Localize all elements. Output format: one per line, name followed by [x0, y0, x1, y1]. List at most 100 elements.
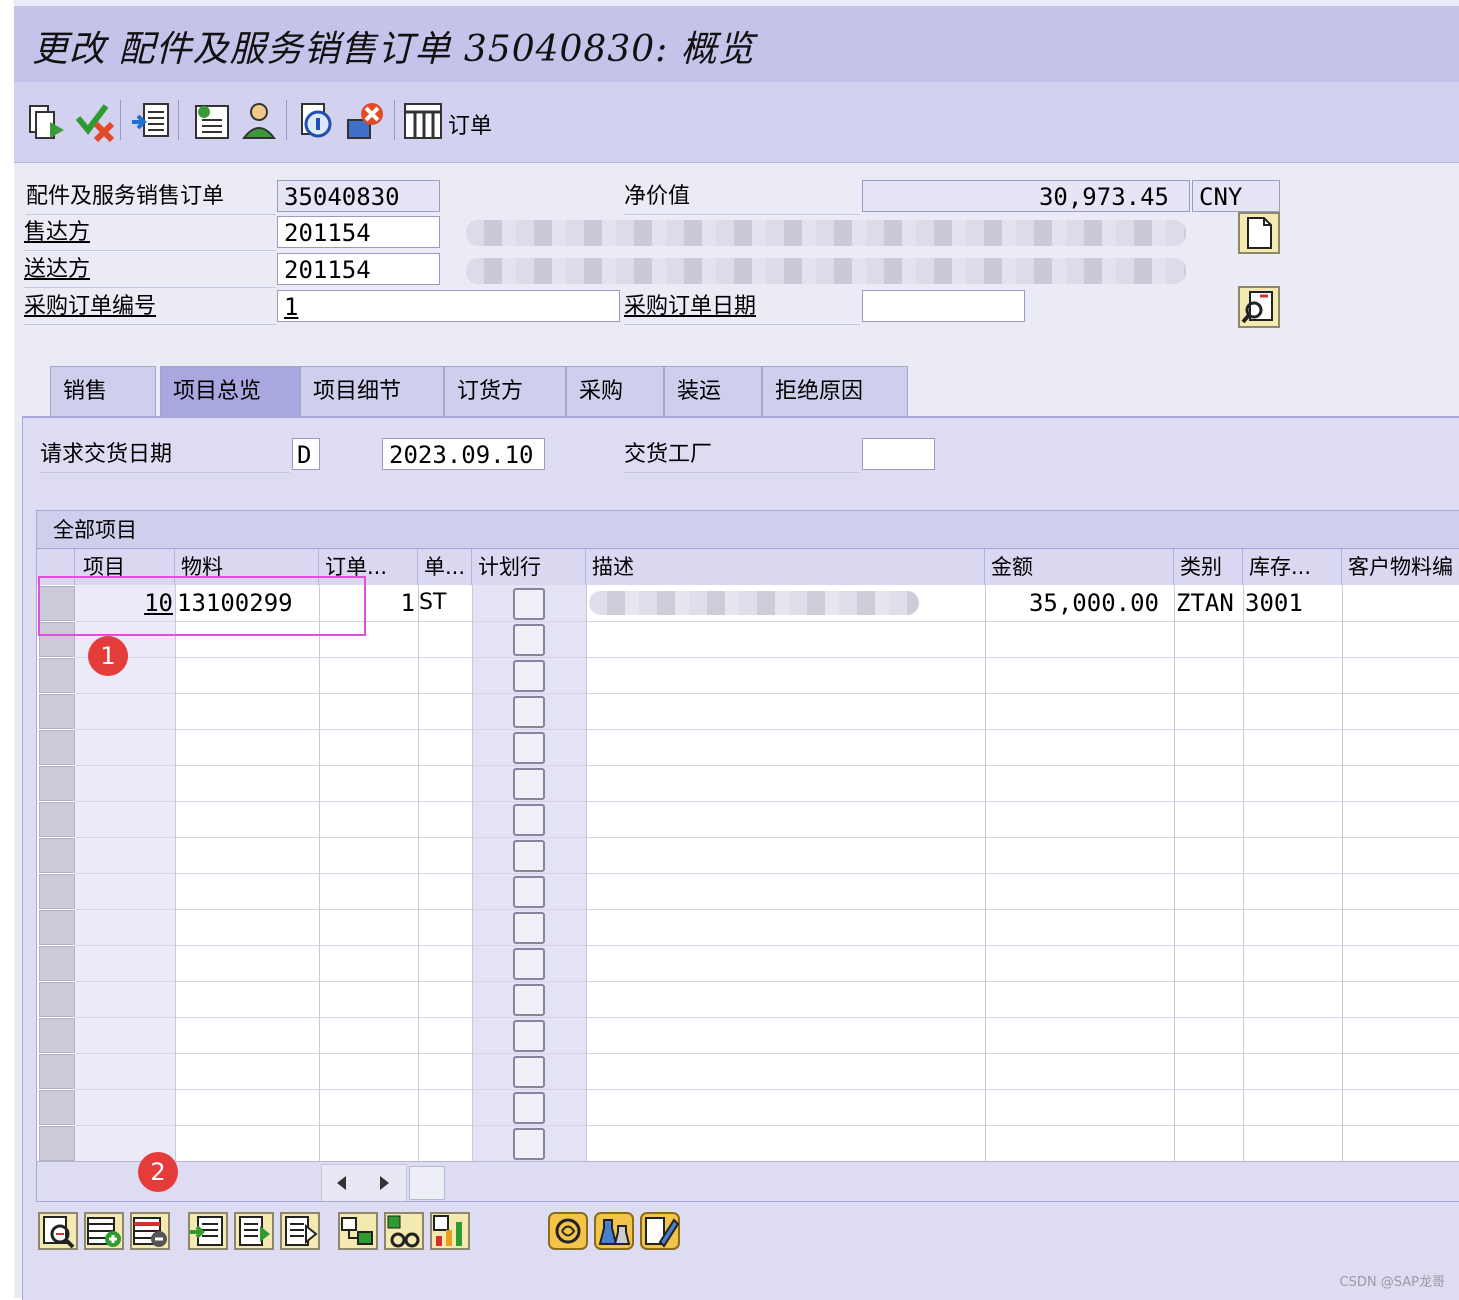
tab-item-overview[interactable]: 项目总览: [160, 366, 300, 416]
row-selector[interactable]: [39, 766, 75, 801]
tab-item-detail[interactable]: 项目细节: [300, 366, 444, 416]
po-date-label[interactable]: 采购订单日期: [624, 290, 860, 325]
row1-storage[interactable]: 3001: [1245, 585, 1341, 621]
application-toolbar: 订单: [14, 82, 1459, 163]
delete-icon[interactable]: [344, 100, 386, 142]
zoom-detail-icon[interactable]: [38, 1212, 78, 1250]
availability-icon[interactable]: [384, 1212, 424, 1250]
col-unit[interactable]: 单...: [418, 549, 472, 585]
schedule-line-checkbox[interactable]: [513, 1092, 545, 1124]
row-selector[interactable]: [39, 1126, 75, 1161]
schedule-line-checkbox[interactable]: [513, 984, 545, 1016]
grid-row-line: [75, 981, 1459, 982]
ship-to-label[interactable]: 送达方: [24, 253, 276, 288]
highlight-box: [38, 576, 366, 636]
grid-col-line: [1243, 585, 1244, 1161]
edit-text-icon[interactable]: [640, 1212, 680, 1250]
sold-to-label[interactable]: 售达方: [24, 216, 276, 251]
tab-rejection-reason[interactable]: 拒绝原因: [762, 366, 908, 416]
grid-row-line: [75, 657, 1459, 658]
row-selector[interactable]: [39, 1054, 75, 1089]
configuration-icon[interactable]: [548, 1212, 588, 1250]
scroll-right-icon[interactable]: [374, 1173, 394, 1193]
schedule-line-checkbox[interactable]: [513, 768, 545, 800]
select-block-icon[interactable]: [234, 1212, 274, 1250]
row1-category[interactable]: ZTAN: [1176, 585, 1242, 621]
row-selector[interactable]: [39, 910, 75, 945]
po-number-field[interactable]: 1: [277, 290, 620, 322]
row-selector[interactable]: [39, 946, 75, 981]
delete-row-icon[interactable]: [130, 1212, 170, 1250]
delivery-plant-field[interactable]: [862, 438, 935, 470]
display-change-icon[interactable]: [26, 100, 68, 142]
grid-col-line: [1342, 585, 1343, 1161]
schedule-line-checkbox[interactable]: [513, 660, 545, 692]
horizontal-scrollbar[interactable]: [37, 1161, 1459, 1201]
row-selector[interactable]: [39, 838, 75, 873]
row-selector[interactable]: [39, 730, 75, 765]
col-category[interactable]: 类别: [1174, 549, 1243, 585]
doc-flow-icon[interactable]: [296, 100, 338, 142]
schedule-line-checkbox[interactable]: [513, 1020, 545, 1052]
schedule-line-checkbox[interactable]: [513, 1128, 545, 1160]
watermark: CSDN @SAP龙哥: [1339, 1275, 1445, 1290]
schedule-line-checkbox[interactable]: [513, 912, 545, 944]
header-detail-icon[interactable]: [190, 100, 232, 142]
row1-amount[interactable]: 35,000.00: [987, 585, 1159, 621]
ship-to-field[interactable]: 201154: [277, 253, 440, 285]
tab-sales[interactable]: 销售: [50, 366, 156, 416]
schedule-line-checkbox[interactable]: [513, 948, 545, 980]
sold-to-field[interactable]: 201154: [277, 216, 440, 248]
report-chart-icon[interactable]: [430, 1212, 470, 1250]
scroll-thumb[interactable]: [409, 1166, 445, 1200]
date-type-field[interactable]: D: [292, 438, 320, 470]
schedule-line-checkbox[interactable]: [513, 804, 545, 836]
po-number-label[interactable]: 采购订单编号: [24, 290, 276, 325]
col-amount[interactable]: 金额: [985, 549, 1174, 585]
schedule-line-checkbox[interactable]: [513, 840, 545, 872]
schedule-line-checkbox[interactable]: [513, 1056, 545, 1088]
row-selector[interactable]: [39, 982, 75, 1017]
import-icon[interactable]: [130, 100, 172, 142]
scroll-left-icon[interactable]: [332, 1173, 352, 1193]
pricing-icon[interactable]: [338, 1212, 378, 1250]
document-search-icon[interactable]: [1238, 286, 1280, 328]
row-selector[interactable]: [39, 694, 75, 729]
schedule-line-checkbox[interactable]: [513, 732, 545, 764]
schedule-line-checkbox[interactable]: [513, 624, 545, 656]
partner-icon[interactable]: [238, 100, 280, 142]
col-schedule-line[interactable]: 计划行: [472, 549, 586, 585]
schedule-line-checkbox[interactable]: [513, 588, 545, 620]
row-selector[interactable]: [39, 874, 75, 909]
po-date-label-text: 采购订单日期: [624, 294, 757, 319]
check-icon[interactable]: [74, 100, 116, 142]
col-storage[interactable]: 库存...: [1243, 549, 1342, 585]
address-detail-icon[interactable]: [1238, 212, 1280, 254]
select-all-icon[interactable]: [188, 1212, 228, 1250]
row-selector[interactable]: [39, 1090, 75, 1125]
col-customer-material[interactable]: 客户物料编: [1342, 549, 1459, 585]
deselect-all-icon[interactable]: [280, 1212, 320, 1250]
batch-determination-icon[interactable]: [594, 1212, 634, 1250]
row1-unit[interactable]: ST: [419, 585, 469, 621]
grid-col-line: [586, 585, 587, 1161]
order-button-label[interactable]: 订单: [448, 108, 492, 140]
po-date-field[interactable]: [862, 290, 1025, 322]
row-selector[interactable]: [39, 802, 75, 837]
req-delivery-date-field[interactable]: 2023.09.10: [382, 438, 545, 470]
row-selector[interactable]: [39, 658, 75, 693]
schedule-line-checkbox[interactable]: [513, 876, 545, 908]
toolbar-separator: [178, 100, 179, 140]
tab-ordering-party[interactable]: 订货方: [444, 366, 566, 416]
grid-row-line: [75, 945, 1459, 946]
item-overview-icon[interactable]: [402, 100, 444, 142]
col-description[interactable]: 描述: [586, 549, 985, 585]
insert-row-icon[interactable]: [84, 1212, 124, 1250]
tab-procurement[interactable]: 采购: [566, 366, 664, 416]
row-selector[interactable]: [39, 1018, 75, 1053]
title-bar: 更改 配件及服务销售订单 35040830: 概览: [14, 6, 1459, 83]
schedule-line-checkbox[interactable]: [513, 696, 545, 728]
grid-row-line: [75, 693, 1459, 694]
tab-shipping[interactable]: 装运: [664, 366, 762, 416]
ship-to-label-text: 送达方: [24, 257, 91, 282]
